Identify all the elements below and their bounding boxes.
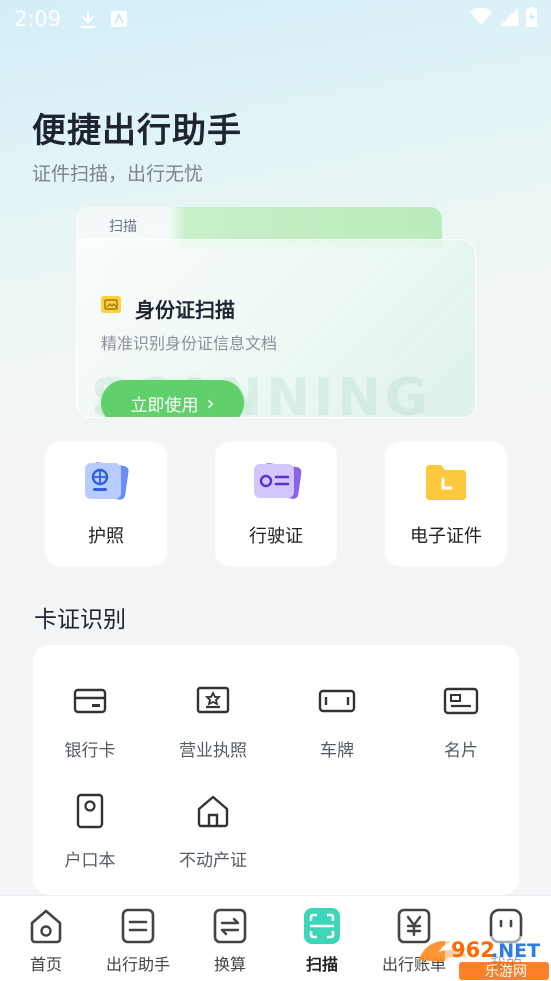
scan-card-body: SCANNING 身份证扫描 精准识别身份证信息文档 立即使用 › (76, 239, 476, 418)
id-scan-card[interactable]: 扫描 SCANNING 身份证扫描 精准识别身份证信息文档 立即使用 › (76, 207, 476, 418)
signal-icon (500, 8, 518, 30)
business-card-icon (443, 683, 479, 719)
nav-label: 扫描 (305, 955, 338, 974)
scan-card-title: 身份证扫描 (135, 298, 235, 322)
nav-label: 出行助手 (105, 955, 170, 974)
status-time: 2:09 (14, 7, 62, 31)
battery-icon (526, 7, 537, 31)
bank-card-icon (73, 683, 107, 719)
quick-item-label: 电子证件 (410, 526, 482, 547)
quick-item-driving-license[interactable]: 行驶证 (215, 442, 337, 566)
grid-item-license-plate[interactable]: 车牌 (281, 683, 393, 761)
nav-scan[interactable]: 扫描 (276, 906, 368, 975)
id-card-icon (101, 296, 121, 313)
quick-document-row: 护照 行驶证 电子证件 (0, 442, 551, 566)
status-indicators (470, 7, 537, 31)
grid-item-label: 户口本 (64, 851, 116, 871)
svg-text:乐游网: 乐游网 (485, 964, 527, 980)
grid-item-label: 营业执照 (179, 741, 247, 761)
nav-label: 换算 (213, 955, 246, 974)
page-title: 便捷出行助手 (32, 111, 242, 151)
quick-item-e-document[interactable]: 电子证件 (385, 442, 507, 566)
house-icon (196, 793, 230, 829)
travel-assistant-icon (120, 906, 156, 946)
card-recognition-grid: 银行卡 营业执照 车牌 名片 户口本 不动产证 (33, 645, 519, 895)
license-plate-icon (318, 683, 356, 719)
grid-item-bank-card[interactable]: 银行卡 (34, 683, 146, 761)
site-watermark-logo: 962 .NET 乐游网 (415, 930, 551, 981)
use-now-button-label: 立即使用 (130, 395, 199, 416)
scan-icon (303, 906, 341, 946)
quick-item-label: 护照 (88, 526, 124, 547)
nav-travel-assistant[interactable]: 出行助手 (92, 906, 184, 975)
svg-text:.NET: .NET (491, 940, 540, 962)
svg-text:962: 962 (451, 938, 495, 962)
convert-icon (212, 906, 248, 946)
grid-item-business-license[interactable]: 营业执照 (157, 683, 269, 761)
grid-item-household-register[interactable]: 户口本 (34, 793, 146, 871)
nav-label: 首页 (29, 955, 62, 974)
section-title: 卡证识别 (34, 607, 126, 633)
download-icon (79, 9, 97, 29)
grid-item-real-estate[interactable]: 不动产证 (157, 793, 269, 871)
grid-item-label: 车牌 (320, 741, 354, 761)
home-icon (28, 906, 64, 946)
chevron-right-icon: › (206, 391, 215, 415)
page-subtitle: 证件扫描，出行无忧 (32, 163, 204, 185)
grid-item-label: 银行卡 (64, 741, 116, 761)
grid-item-label: 不动产证 (179, 851, 247, 871)
business-license-icon (196, 683, 230, 719)
status-bar: 2:09 (0, 0, 551, 38)
quick-item-label: 行驶证 (249, 526, 303, 547)
scan-tab-label: 扫描 (109, 219, 137, 235)
driving-license-icon (250, 460, 302, 504)
use-now-button[interactable]: 立即使用 › (101, 380, 244, 417)
nav-home[interactable]: 首页 (0, 906, 92, 975)
grid-item-label: 名片 (444, 741, 478, 761)
nav-convert[interactable]: 换算 (184, 906, 276, 975)
household-register-icon (75, 793, 105, 829)
scan-card-description: 精准识别身份证信息文档 (101, 334, 278, 353)
folder-icon (423, 460, 469, 504)
wifi-icon (470, 7, 492, 30)
passport-icon (81, 460, 131, 504)
quick-item-passport[interactable]: 护照 (45, 442, 167, 566)
app-notification-icon (111, 11, 128, 27)
grid-item-business-card[interactable]: 名片 (405, 683, 517, 761)
